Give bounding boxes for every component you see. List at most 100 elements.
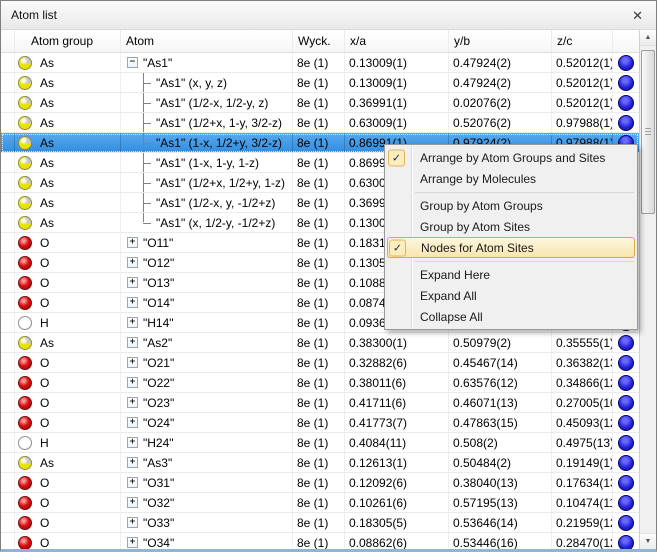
table-row[interactable]: O + "O33" 8e (1) 0.18305(5) 0.53646(14) … [1, 513, 639, 533]
header-wyckoff[interactable]: Wyck. [293, 30, 345, 52]
table-row[interactable]: H + "H24" 8e (1) 0.4084(11) 0.508(2) 0.4… [1, 433, 639, 453]
atom-group-cell: As [15, 153, 121, 172]
expand-icon[interactable]: + [127, 477, 138, 488]
table-row[interactable]: O + "O32" 8e (1) 0.10261(6) 0.57195(13) … [1, 493, 639, 513]
table-row[interactable]: O + "O23" 8e (1) 0.41711(6) 0.46071(13) … [1, 393, 639, 413]
menu-item-label: Group by Atom Groups [420, 199, 543, 213]
vertical-scrollbar[interactable]: ▲ ▼ [639, 30, 656, 549]
atom-sphere-icon[interactable] [618, 355, 634, 371]
menu-item[interactable]: ✓Nodes for Atom Sites [387, 237, 635, 258]
atom-group-label: O [40, 476, 49, 490]
table-row[interactable]: As "As1" (x, y, z) 8e (1) 0.13009(1) 0.4… [1, 73, 639, 93]
atom-sphere-icon[interactable] [618, 75, 634, 91]
menu-item[interactable]: Arrange by Molecules [385, 168, 637, 189]
row-gutter [1, 313, 15, 332]
atom-sphere-icon[interactable] [618, 535, 634, 550]
atom-sphere-icon[interactable] [618, 495, 634, 511]
expand-icon[interactable]: + [127, 497, 138, 508]
menu-item-label: Group by Atom Sites [420, 220, 530, 234]
header-display [613, 30, 639, 52]
expand-icon[interactable]: + [127, 397, 138, 408]
scroll-down-icon[interactable]: ▼ [640, 533, 656, 549]
expand-icon[interactable]: + [127, 257, 138, 268]
atom-sphere-icon[interactable] [618, 55, 634, 71]
menu-item[interactable]: Expand All [385, 285, 637, 306]
zc-cell: 0.10474(11) [552, 493, 613, 512]
atom-cell: + "As2" [121, 333, 293, 352]
atom-sphere-icon[interactable] [618, 375, 634, 391]
atom-sphere-icon[interactable] [618, 115, 634, 131]
element-icon [18, 136, 32, 150]
expand-icon[interactable]: + [127, 317, 138, 328]
expand-icon[interactable]: + [127, 237, 138, 248]
column-header-row: Atom group Atom Wyck. x/a y/b z/c [1, 30, 639, 53]
atom-group-label: As [40, 96, 54, 110]
table-row[interactable]: As − "As1" 8e (1) 0.13009(1) 0.47924(2) … [1, 53, 639, 73]
wyckoff-cell: 8e (1) [293, 533, 345, 549]
expand-icon[interactable]: + [127, 357, 138, 368]
expand-icon[interactable]: + [127, 337, 138, 348]
table-row[interactable]: O + "O24" 8e (1) 0.41773(7) 0.47863(15) … [1, 413, 639, 433]
atom-label: "As1" (1-x, 1-y, 1-z) [156, 156, 259, 170]
checkmark-icon: ✓ [388, 149, 405, 166]
table-row[interactable]: O + "O31" 8e (1) 0.12092(6) 0.38040(13) … [1, 473, 639, 493]
expand-icon[interactable]: + [127, 297, 138, 308]
xa-cell: 0.4084(11) [345, 433, 449, 452]
menu-item[interactable]: Collapse All [385, 306, 637, 327]
wyckoff-cell: 8e (1) [293, 293, 345, 312]
menu-separator [415, 261, 634, 262]
menu-item[interactable]: Expand Here [385, 264, 637, 285]
atom-sphere-icon[interactable] [618, 95, 634, 111]
table-row[interactable]: As "As1" (1/2-x, 1/2-y, z) 8e (1) 0.3699… [1, 93, 639, 113]
expand-icon[interactable]: + [127, 457, 138, 468]
atom-sphere-icon[interactable] [618, 335, 634, 351]
scroll-up-icon[interactable]: ▲ [640, 30, 656, 46]
table-row[interactable]: As "As1" (1/2+x, 1-y, 3/2-z) 8e (1) 0.63… [1, 113, 639, 133]
wyckoff-cell: 8e (1) [293, 493, 345, 512]
header-xa[interactable]: x/a [345, 30, 449, 52]
atom-sphere-icon[interactable] [618, 395, 634, 411]
table-row[interactable]: O + "O34" 8e (1) 0.08862(6) 0.53446(16) … [1, 533, 639, 549]
collapse-icon[interactable]: − [127, 57, 138, 68]
expand-icon[interactable]: + [127, 277, 138, 288]
element-icon [18, 536, 32, 550]
element-icon [18, 116, 32, 130]
atom-sphere-icon[interactable] [618, 415, 634, 431]
row-gutter [1, 333, 15, 352]
element-icon [18, 176, 32, 190]
titlebar[interactable]: Atom list ✕ [1, 1, 656, 30]
menu-item[interactable]: ✓Arrange by Atom Groups and Sites [385, 147, 637, 168]
header-atom-group[interactable]: Atom group [15, 30, 121, 52]
atom-cell: + "O34" [121, 533, 293, 549]
expand-icon[interactable]: + [127, 437, 138, 448]
menu-item[interactable]: Group by Atom Sites [385, 216, 637, 237]
header-atom[interactable]: Atom [121, 30, 293, 52]
atom-cell: + "O31" [121, 473, 293, 492]
wyckoff-cell: 8e (1) [293, 453, 345, 472]
display-cell [613, 113, 639, 132]
zc-cell: 0.97988(1) [552, 113, 613, 132]
expand-icon[interactable]: + [127, 377, 138, 388]
atom-sphere-icon[interactable] [618, 475, 634, 491]
table-row[interactable]: As + "As3" 8e (1) 0.12613(1) 0.50484(2) … [1, 453, 639, 473]
wyckoff-cell: 8e (1) [293, 213, 345, 232]
expand-icon[interactable]: + [127, 417, 138, 428]
table-row[interactable]: As + "As2" 8e (1) 0.38300(1) 0.50979(2) … [1, 333, 639, 353]
header-yb[interactable]: y/b [449, 30, 552, 52]
atom-sphere-icon[interactable] [618, 455, 634, 471]
header-zc[interactable]: z/c [552, 30, 613, 52]
atom-sphere-icon[interactable] [618, 435, 634, 451]
expand-icon[interactable]: + [127, 537, 138, 548]
row-gutter [1, 493, 15, 512]
yb-cell: 0.47924(2) [449, 73, 552, 92]
atom-sphere-icon[interactable] [618, 515, 634, 531]
close-icon[interactable]: ✕ [629, 7, 646, 24]
display-cell [613, 513, 639, 532]
menu-item[interactable]: Group by Atom Groups [385, 195, 637, 216]
table-row[interactable]: O + "O22" 8e (1) 0.38011(6) 0.63576(12) … [1, 373, 639, 393]
expand-icon[interactable]: + [127, 517, 138, 528]
display-cell [613, 333, 639, 352]
scrollbar-thumb[interactable] [641, 50, 655, 214]
table-row[interactable]: O + "O21" 8e (1) 0.32882(6) 0.45467(14) … [1, 353, 639, 373]
atom-cell: "As1" (x, 1/2-y, -1/2+z) [121, 213, 293, 232]
